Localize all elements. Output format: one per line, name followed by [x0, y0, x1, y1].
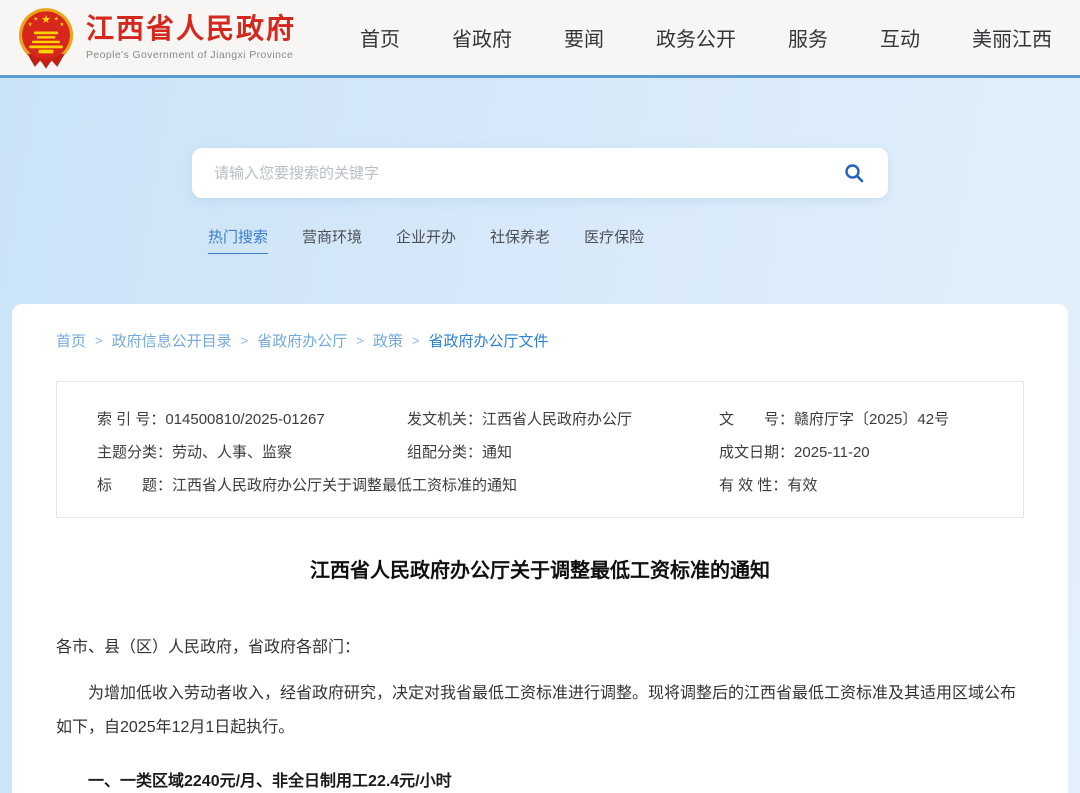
- meta-issuing-agency: 发文机关：江西省人民政府办公厅: [407, 403, 719, 436]
- meta-date-label: 成文日期：: [719, 444, 794, 461]
- nav-services[interactable]: 服务: [788, 23, 828, 52]
- search-box: [192, 148, 888, 198]
- hero-section: 热门搜索 营商环境 企业开办 社保养老 医疗保险 首页 > 政府信息公开目录 >…: [0, 78, 1080, 793]
- svg-text:★: ★: [54, 15, 59, 22]
- search-area: 热门搜索 营商环境 企业开办 社保养老 医疗保险: [192, 78, 888, 254]
- site-header: ★ ★ ★ ★ ★ 江西省人民政府 People's Government of…: [0, 0, 1080, 78]
- breadcrumb-separator: >: [412, 333, 420, 348]
- hot-item-social-security[interactable]: 社保养老: [490, 226, 550, 247]
- breadcrumb: 首页 > 政府信息公开目录 > 省政府办公厅 > 政策 > 省政府办公厅文件: [56, 330, 1024, 351]
- breadcrumb-separator: >: [241, 333, 249, 348]
- hot-item-business-environment[interactable]: 营商环境: [302, 226, 362, 247]
- meta-topic-category: 主题分类：劳动、人事、监察: [97, 436, 407, 469]
- meta-issuer-value: 江西省人民政府办公厅: [482, 411, 632, 428]
- meta-issuer-label: 发文机关：: [407, 411, 482, 428]
- meta-index-label: 索 引 号：: [97, 411, 165, 428]
- document-metadata-table: 索 引 号：014500810/2025-01267 发文机关：江西省人民政府办…: [56, 381, 1024, 518]
- breadcrumb-current: 省政府办公厅文件: [428, 330, 548, 351]
- meta-topic-value: 劳动、人事、监察: [172, 444, 292, 461]
- hot-item-medical-insurance[interactable]: 医疗保险: [584, 226, 644, 247]
- search-input[interactable]: [214, 165, 842, 182]
- meta-validity: 有 效 性：有效: [719, 469, 1003, 502]
- svg-text:★: ★: [59, 20, 64, 27]
- meta-validity-label: 有 效 性：: [719, 477, 787, 494]
- content-card: 首页 > 政府信息公开目录 > 省政府办公厅 > 政策 > 省政府办公厅文件 索…: [12, 304, 1068, 793]
- meta-title-label: 标 题：: [97, 477, 172, 494]
- meta-docnum-value: 赣府厅字〔2025〕42号: [794, 411, 949, 428]
- breadcrumb-general-office[interactable]: 省政府办公厅: [257, 330, 347, 351]
- hot-item-start-business[interactable]: 企业开办: [396, 226, 456, 247]
- meta-group-value: 通知: [482, 444, 512, 461]
- svg-text:★: ★: [41, 14, 51, 26]
- meta-title-value: 江西省人民政府办公厅关于调整最低工资标准的通知: [172, 477, 517, 494]
- nav-government-affairs[interactable]: 政务公开: [656, 23, 736, 52]
- nav-provincial-government[interactable]: 省政府: [452, 23, 512, 52]
- top-nav: 首页 省政府 要闻 政务公开 服务 互动 美丽江西: [360, 23, 1060, 52]
- meta-group-category: 组配分类：通知: [407, 436, 719, 469]
- section1-heading: 一、一类区域2240元/月、非全日制用工22.4元/小时: [56, 767, 1024, 793]
- intro-paragraph: 为增加低收入劳动者收入，经省政府研究，决定对我省最低工资标准进行调整。现将调整后…: [56, 677, 1024, 745]
- meta-validity-value: 有效: [787, 477, 817, 494]
- meta-docnum-label: 文 号：: [719, 411, 794, 428]
- nav-beautiful-jiangxi[interactable]: 美丽江西: [972, 23, 1052, 52]
- breadcrumb-policy[interactable]: 政策: [373, 330, 403, 351]
- salutation: 各市、县（区）人民政府，省政府各部门：: [56, 633, 1024, 663]
- meta-date-value: 2025-11-20: [794, 444, 870, 461]
- meta-index-number: 索 引 号：014500810/2025-01267: [97, 403, 407, 436]
- meta-document-title: 标 题：江西省人民政府办公厅关于调整最低工资标准的通知: [97, 469, 719, 502]
- site-logo[interactable]: ★ ★ ★ ★ ★ 江西省人民政府 People's Government of…: [18, 7, 296, 69]
- search-button[interactable]: [842, 161, 866, 185]
- nav-interaction[interactable]: 互动: [880, 23, 920, 52]
- breadcrumb-separator: >: [95, 333, 103, 348]
- hot-search-label[interactable]: 热门搜索: [208, 226, 268, 254]
- logo-text: 江西省人民政府 People's Government of Jiangxi P…: [86, 14, 296, 61]
- document-title: 江西省人民政府办公厅关于调整最低工资标准的通知: [56, 554, 1024, 583]
- meta-topic-label: 主题分类：: [97, 444, 172, 461]
- document-body: 各市、县（区）人民政府，省政府各部门： 为增加低收入劳动者收入，经省政府研究，决…: [56, 633, 1024, 793]
- meta-issue-date: 成文日期：2025-11-20: [719, 436, 1003, 469]
- national-emblem-icon: ★ ★ ★ ★ ★: [18, 7, 74, 69]
- svg-text:★: ★: [28, 20, 33, 27]
- breadcrumb-separator: >: [356, 333, 364, 348]
- nav-home[interactable]: 首页: [360, 23, 400, 52]
- meta-document-number: 文 号：赣府厅字〔2025〕42号: [719, 403, 1003, 436]
- meta-index-value: 014500810/2025-01267: [165, 411, 324, 428]
- breadcrumb-info-directory[interactable]: 政府信息公开目录: [112, 330, 232, 351]
- hot-search-row: 热门搜索 营商环境 企业开办 社保养老 医疗保险: [192, 226, 888, 254]
- search-icon: [844, 163, 864, 183]
- svg-text:★: ★: [33, 15, 38, 22]
- breadcrumb-home[interactable]: 首页: [56, 330, 86, 351]
- meta-group-label: 组配分类：: [407, 444, 482, 461]
- site-subtitle: People's Government of Jiangxi Province: [86, 49, 296, 61]
- nav-news[interactable]: 要闻: [564, 23, 604, 52]
- site-title: 江西省人民政府: [86, 14, 296, 45]
